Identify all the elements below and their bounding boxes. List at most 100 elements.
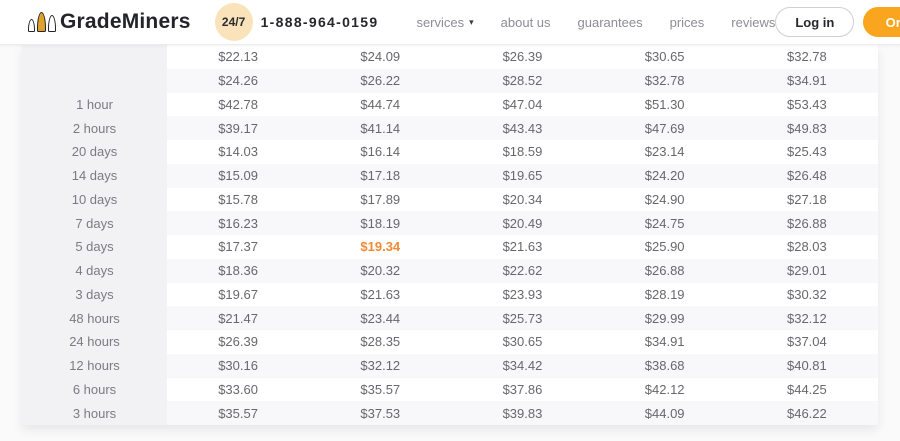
price-cell[interactable]: $19.67 (167, 282, 310, 307)
price-cell[interactable]: $20.32 (309, 258, 452, 283)
price-cell[interactable]: $24.75 (593, 211, 736, 235)
table-row: 24 hours $26.39 $28.35 $30.65 $34.91 $37.04 (22, 330, 878, 354)
row-label: 24 hours (22, 330, 167, 354)
logo-bullets-icon (28, 12, 56, 32)
price-cell[interactable]: $47.04 (451, 92, 594, 117)
price-cell[interactable]: $35.57 (167, 401, 310, 425)
price-cell[interactable]: $21.63 (451, 235, 594, 259)
price-cell[interactable]: $21.47 (167, 306, 310, 330)
price-cell[interactable]: $35.57 (309, 377, 452, 402)
nav-item-reviews[interactable]: reviews (731, 15, 775, 30)
login-button[interactable]: Log in (775, 7, 855, 37)
price-cell[interactable]: $39.17 (167, 116, 310, 140)
price-cell[interactable]: $44.09 (593, 401, 736, 425)
price-cell[interactable]: $24.09 (309, 45, 452, 69)
price-cell[interactable]: $28.52 (451, 68, 594, 93)
price-cell[interactable]: $16.23 (167, 211, 310, 235)
price-cell[interactable]: $41.14 (309, 116, 452, 140)
price-cell[interactable]: $15.78 (167, 187, 310, 212)
price-cell[interactable]: $29.99 (593, 306, 736, 330)
price-cell[interactable]: $44.74 (309, 92, 452, 117)
price-cell[interactable]: $24.90 (593, 187, 736, 212)
price-cell[interactable]: $44.25 (735, 377, 878, 402)
price-cell[interactable]: $28.35 (309, 330, 452, 354)
price-cell[interactable]: $26.22 (309, 68, 452, 93)
price-cell[interactable]: $32.12 (735, 306, 878, 330)
price-cell[interactable]: $34.42 (451, 353, 594, 378)
price-cell[interactable]: $20.49 (451, 211, 594, 235)
table-row: 1 hour $42.78 $44.74 $47.04 $51.30 $53.43 (22, 92, 878, 117)
price-cell[interactable]: $16.14 (309, 140, 452, 164)
price-cell[interactable]: $26.88 (593, 258, 736, 283)
price-cell[interactable]: $19.34 (309, 235, 452, 259)
price-cell[interactable]: $14.03 (167, 140, 310, 164)
price-cell[interactable]: $26.48 (735, 163, 878, 188)
price-cell[interactable]: $40.81 (735, 353, 878, 378)
price-cell[interactable]: $23.14 (593, 140, 736, 164)
price-cell[interactable]: $28.19 (593, 282, 736, 307)
price-cell[interactable]: $26.39 (451, 45, 594, 69)
price-cell[interactable]: $17.37 (167, 235, 310, 259)
logo[interactable]: GradeMiners (28, 10, 191, 34)
price-cell[interactable]: $18.19 (309, 211, 452, 235)
price-cell[interactable]: $49.83 (735, 116, 878, 140)
price-cell[interactable]: $20.34 (451, 187, 594, 212)
row-label: 14 days (22, 163, 167, 188)
price-cell[interactable]: $18.59 (451, 140, 594, 164)
price-cell[interactable]: $46.22 (735, 401, 878, 425)
price-cell[interactable]: $30.65 (451, 330, 594, 354)
price-cell[interactable]: $30.65 (593, 45, 736, 69)
price-cell[interactable]: $47.69 (593, 116, 736, 140)
price-cell[interactable]: $34.91 (593, 330, 736, 354)
nav-item-prices[interactable]: prices (670, 15, 705, 30)
price-cell[interactable]: $33.60 (167, 377, 310, 402)
price-cell[interactable]: $42.12 (593, 377, 736, 402)
price-cell[interactable]: $25.43 (735, 140, 878, 164)
price-cell[interactable]: $24.20 (593, 163, 736, 188)
price-cell[interactable]: $26.39 (167, 330, 310, 354)
price-cell[interactable]: $25.73 (451, 306, 594, 330)
price-cell[interactable]: $37.86 (451, 377, 594, 402)
price-cell[interactable]: $17.89 (309, 187, 452, 212)
price-cell[interactable]: $32.12 (309, 353, 452, 378)
price-cell[interactable]: $51.30 (593, 92, 736, 117)
table-row: 2 hours $39.17 $41.14 $43.43 $47.69 $49.83 (22, 116, 878, 140)
price-cell[interactable]: $29.01 (735, 258, 878, 283)
phone-number[interactable]: 1-888-964-0159 (261, 14, 379, 30)
price-cell[interactable]: $18.36 (167, 258, 310, 283)
price-cell[interactable]: $53.43 (735, 92, 878, 117)
price-cell[interactable]: $22.13 (167, 45, 310, 69)
price-cell[interactable]: $17.18 (309, 163, 452, 188)
price-cell[interactable]: $32.78 (735, 45, 878, 69)
order-button[interactable]: Order (863, 7, 900, 37)
price-cell[interactable]: $26.88 (735, 211, 878, 235)
price-cell[interactable]: $30.32 (735, 282, 878, 307)
price-cell[interactable]: $23.44 (309, 306, 452, 330)
price-cell[interactable]: $27.18 (735, 187, 878, 212)
table-row: $22.13 $24.09 $26.39 $30.65 $32.78 (22, 45, 878, 69)
table-row: 7 days $16.23 $18.19 $20.49 $24.75 $26.88 (22, 211, 878, 235)
price-cell[interactable]: $37.53 (309, 401, 452, 425)
price-cell[interactable]: $22.62 (451, 258, 594, 283)
price-cell[interactable]: $23.93 (451, 282, 594, 307)
nav-item-guarantees[interactable]: guarantees (578, 15, 643, 30)
table-row: 3 hours $35.57 $37.53 $39.83 $44.09 $46.22 (22, 401, 878, 425)
price-cell[interactable]: $15.09 (167, 163, 310, 188)
price-cell[interactable]: $39.83 (451, 401, 594, 425)
price-cell[interactable]: $24.26 (167, 68, 310, 93)
nav-item-about-us[interactable]: about us (501, 15, 551, 30)
price-cell[interactable]: $25.90 (593, 235, 736, 259)
price-cell[interactable]: $34.91 (735, 68, 878, 93)
price-cell[interactable]: $43.43 (451, 116, 594, 140)
price-cell[interactable]: $21.63 (309, 282, 452, 307)
price-cell[interactable]: $37.04 (735, 330, 878, 354)
price-cell[interactable]: $30.16 (167, 353, 310, 378)
price-cell[interactable]: $28.03 (735, 235, 878, 259)
table-row: 12 hours $30.16 $32.12 $34.42 $38.68 $40.81 (22, 353, 878, 378)
pricing-table: $22.13 $24.09 $26.39 $30.65 $32.78 $24.26 $26… (22, 45, 878, 425)
price-cell[interactable]: $32.78 (593, 68, 736, 93)
price-cell[interactable]: $42.78 (167, 92, 310, 117)
nav-item-services[interactable]: services ▾ (416, 15, 473, 30)
price-cell[interactable]: $19.65 (451, 163, 594, 188)
price-cell[interactable]: $38.68 (593, 353, 736, 378)
